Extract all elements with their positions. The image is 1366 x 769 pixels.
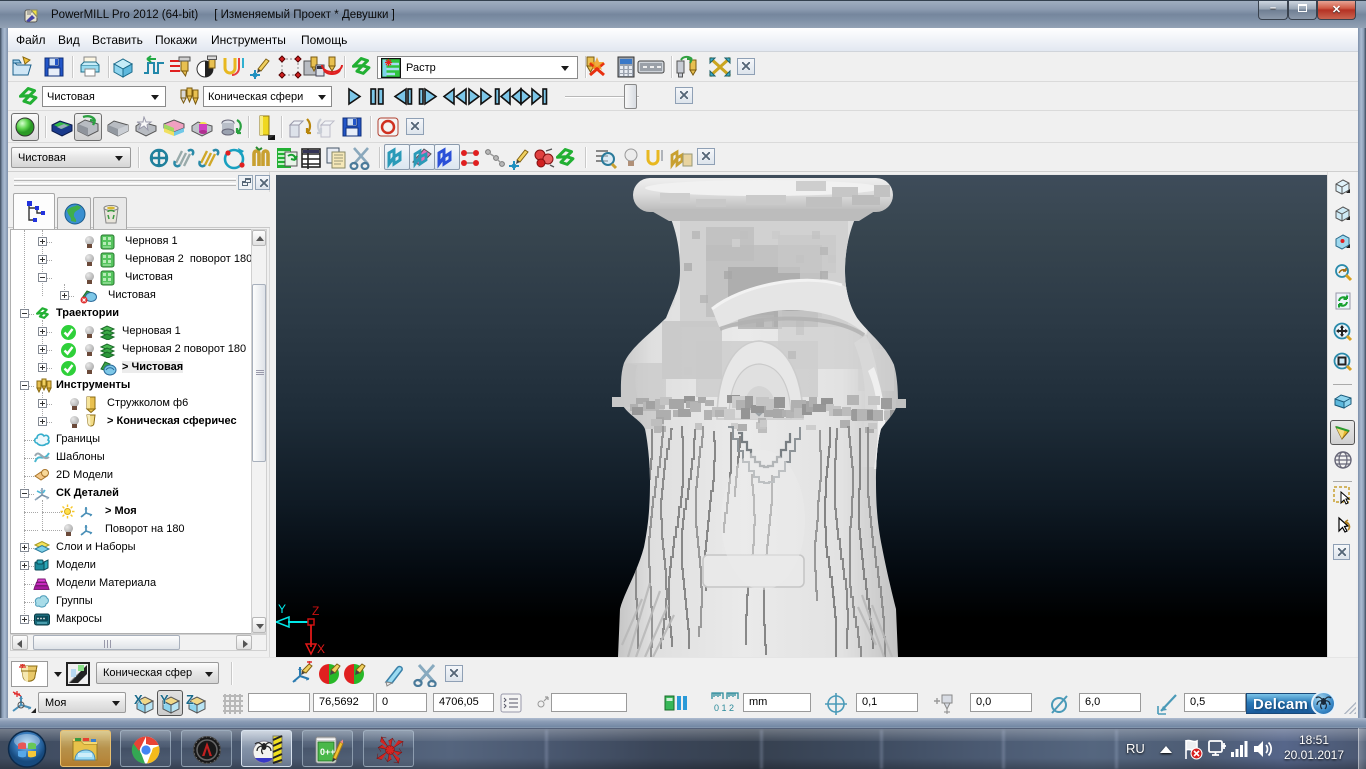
svg-text:Z: Z — [312, 604, 319, 618]
svg-text:X: X — [134, 692, 143, 707]
svg-text:X: X — [317, 642, 325, 656]
svg-text:Y: Y — [160, 692, 169, 707]
svg-text:0++: 0++ — [320, 747, 336, 757]
svg-text:Z: Z — [186, 692, 194, 707]
svg-text:Y: Y — [278, 602, 286, 616]
svg-text:0 1 2: 0 1 2 — [714, 703, 734, 713]
